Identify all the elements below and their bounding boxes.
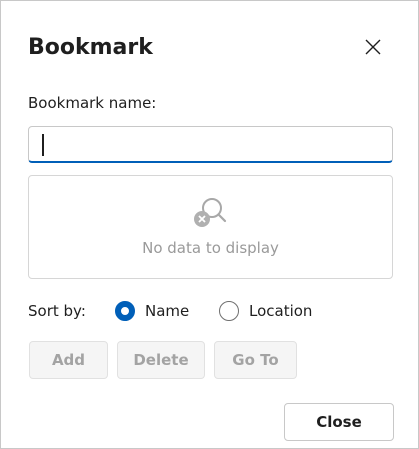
- bookmark-name-label: Bookmark name:: [28, 94, 157, 112]
- sort-name-label[interactable]: Name: [145, 301, 189, 321]
- text-caret: [42, 134, 44, 156]
- dialog-title: Bookmark: [28, 35, 153, 60]
- go-to-button[interactable]: Go To: [214, 341, 297, 379]
- empty-list-message: No data to display: [142, 239, 279, 257]
- search-cross-icon: [192, 195, 228, 231]
- close-button[interactable]: Close: [284, 403, 394, 441]
- sort-location-label[interactable]: Location: [249, 301, 312, 321]
- add-button[interactable]: Add: [29, 341, 108, 379]
- bookmark-name-input[interactable]: [28, 126, 393, 163]
- sort-location-radio[interactable]: [219, 301, 239, 321]
- delete-button[interactable]: Delete: [117, 341, 205, 379]
- close-icon[interactable]: [361, 35, 385, 59]
- sort-name-radio[interactable]: [115, 301, 135, 321]
- bookmark-list[interactable]: No data to display: [28, 175, 393, 279]
- bookmark-dialog: Bookmark Bookmark name: No data to displ…: [0, 0, 419, 449]
- sort-by-label: Sort by:: [28, 302, 86, 320]
